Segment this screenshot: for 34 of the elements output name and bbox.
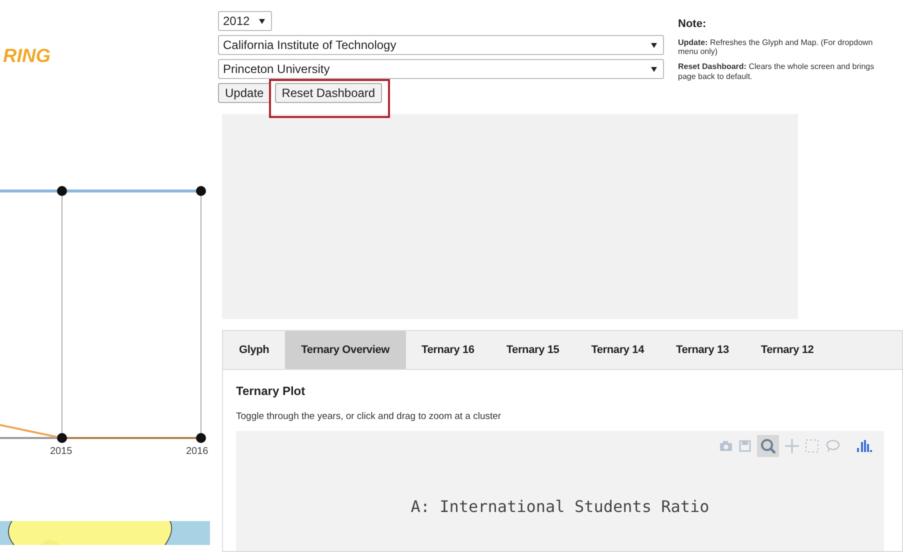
axis-label: 2016 — [186, 446, 208, 457]
tab[interactable]: Ternary 13 — [660, 331, 745, 369]
action-button[interactable]: Reset Dashboard — [274, 83, 382, 103]
note-text: Reset Dashboard: Clears the whole screen and brings page back to default. — [678, 62, 876, 81]
plot-title: A: International Students Ratio — [410, 497, 710, 516]
zoom-icon[interactable] — [757, 435, 779, 457]
note-title: Note: — [678, 18, 708, 30]
caret-icon — [259, 18, 265, 24]
lasso-icon[interactable] — [825, 439, 840, 453]
caret-icon — [651, 66, 657, 72]
data-point — [196, 433, 206, 443]
box-select-icon[interactable] — [805, 439, 819, 453]
data-point — [196, 186, 206, 196]
note-text: Update: Refreshes the Glyph and Map. (For dropdown menu only) — [678, 38, 874, 56]
section-title: Ternary Plot — [236, 384, 306, 398]
save-icon[interactable] — [739, 440, 751, 452]
tab[interactable]: Ternary Overview — [285, 331, 406, 369]
tab[interactable]: Ternary 12 — [744, 331, 830, 369]
caret-icon — [651, 42, 657, 48]
data-point — [57, 433, 67, 443]
logo-text: RING — [3, 46, 50, 68]
action-button[interactable]: Update — [218, 83, 271, 103]
tab[interactable]: Ternary 15 — [490, 331, 576, 369]
description-text: Toggle through the years, or click and drag to zoom at a cluster — [236, 411, 502, 422]
tab[interactable]: Ternary 16 — [406, 331, 490, 369]
pan-icon[interactable] — [785, 439, 799, 453]
tab[interactable]: Ternary 14 — [575, 331, 660, 369]
year-select[interactable]: 2012 — [218, 11, 272, 31]
university-select[interactable]: Princeton University — [218, 59, 664, 79]
university-select[interactable]: California Institute of Technology — [218, 35, 664, 55]
data-point — [57, 186, 67, 196]
camera-icon[interactable] — [719, 440, 733, 452]
axis-label: 2015 — [50, 446, 72, 457]
tab[interactable]: Glyph — [223, 331, 286, 369]
